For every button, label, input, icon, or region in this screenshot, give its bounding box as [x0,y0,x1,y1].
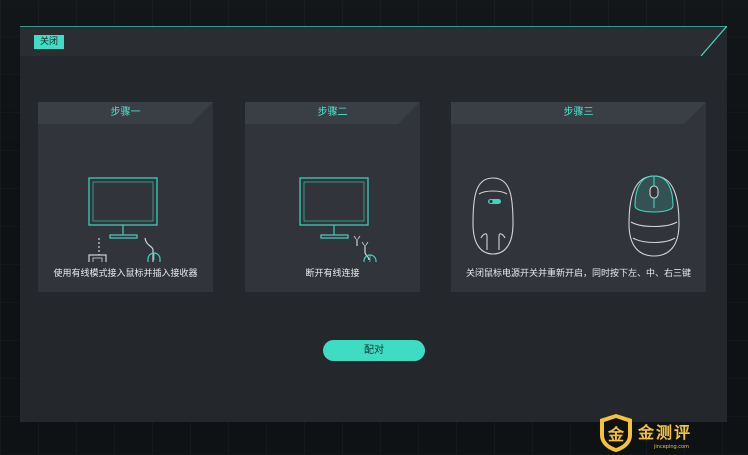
shield-logo-icon: 金 [600,414,632,452]
step-card-1: 步骤一 使用有线模式接入鼠标并插入接收器 [38,102,213,292]
close-button[interactable]: 关闭 [34,35,64,49]
watermark: 金 金测评 jinceping.com [598,413,738,453]
monitor-mouse-receiver-icon [38,142,213,272]
monitor-mouse-disconnect-icon [245,142,420,274]
step-description: 使用有线模式接入鼠标并插入接收器 [53,269,198,279]
watermark-url: jinceping.com [654,444,689,450]
watermark-title: 金测评 [638,423,693,442]
pair-button[interactable]: 配对 [323,340,425,361]
step-title: 步骤二 [317,107,348,118]
step-description: 关闭鼠标电源开关并重新开启，同时按下左、中、右三键 [465,269,691,279]
step-title: 步骤三 [563,107,594,118]
dialog-header: 关闭 [20,26,727,56]
step-card-3: 步骤三 关闭鼠标电源开关并重新开启，同时按下左、中、右三键 [451,102,706,292]
step-title: 步骤一 [110,107,141,118]
pairing-dialog: 关闭 步骤一 使用有线模式接入鼠标并插入接收器 步骤二 断开有线连接 步骤三 关… [20,26,727,422]
step-description: 断开有线连接 [305,269,360,279]
svg-text:金: 金 [607,425,625,444]
mouse-bottom-top-icon [451,142,706,262]
step-card-2: 步骤二 断开有线连接 [245,102,420,292]
